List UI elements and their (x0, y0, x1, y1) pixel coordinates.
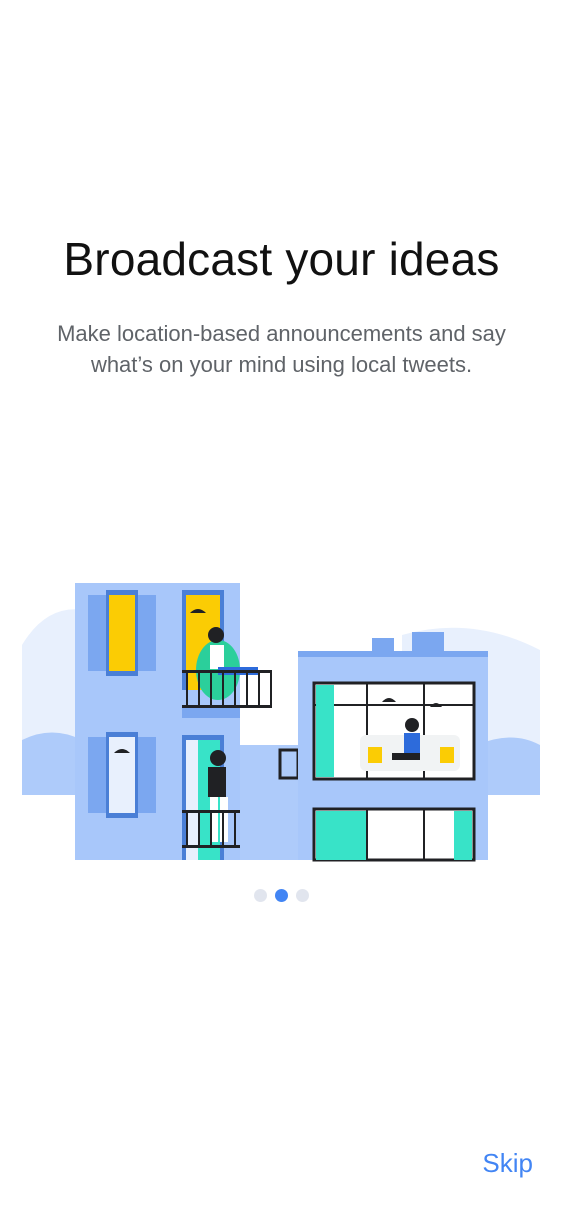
skip-button[interactable]: Skip (482, 1148, 533, 1179)
apartment-buildings-illustration-icon (22, 583, 540, 862)
page-title: Broadcast your ideas (63, 233, 500, 285)
page-subtitle: Make location-based announcements and sa… (57, 321, 506, 377)
page-indicator-dot-active (275, 889, 288, 902)
pagination-dots (0, 889, 563, 902)
page-indicator-dot (296, 889, 309, 902)
page-indicator-dot (254, 889, 267, 902)
